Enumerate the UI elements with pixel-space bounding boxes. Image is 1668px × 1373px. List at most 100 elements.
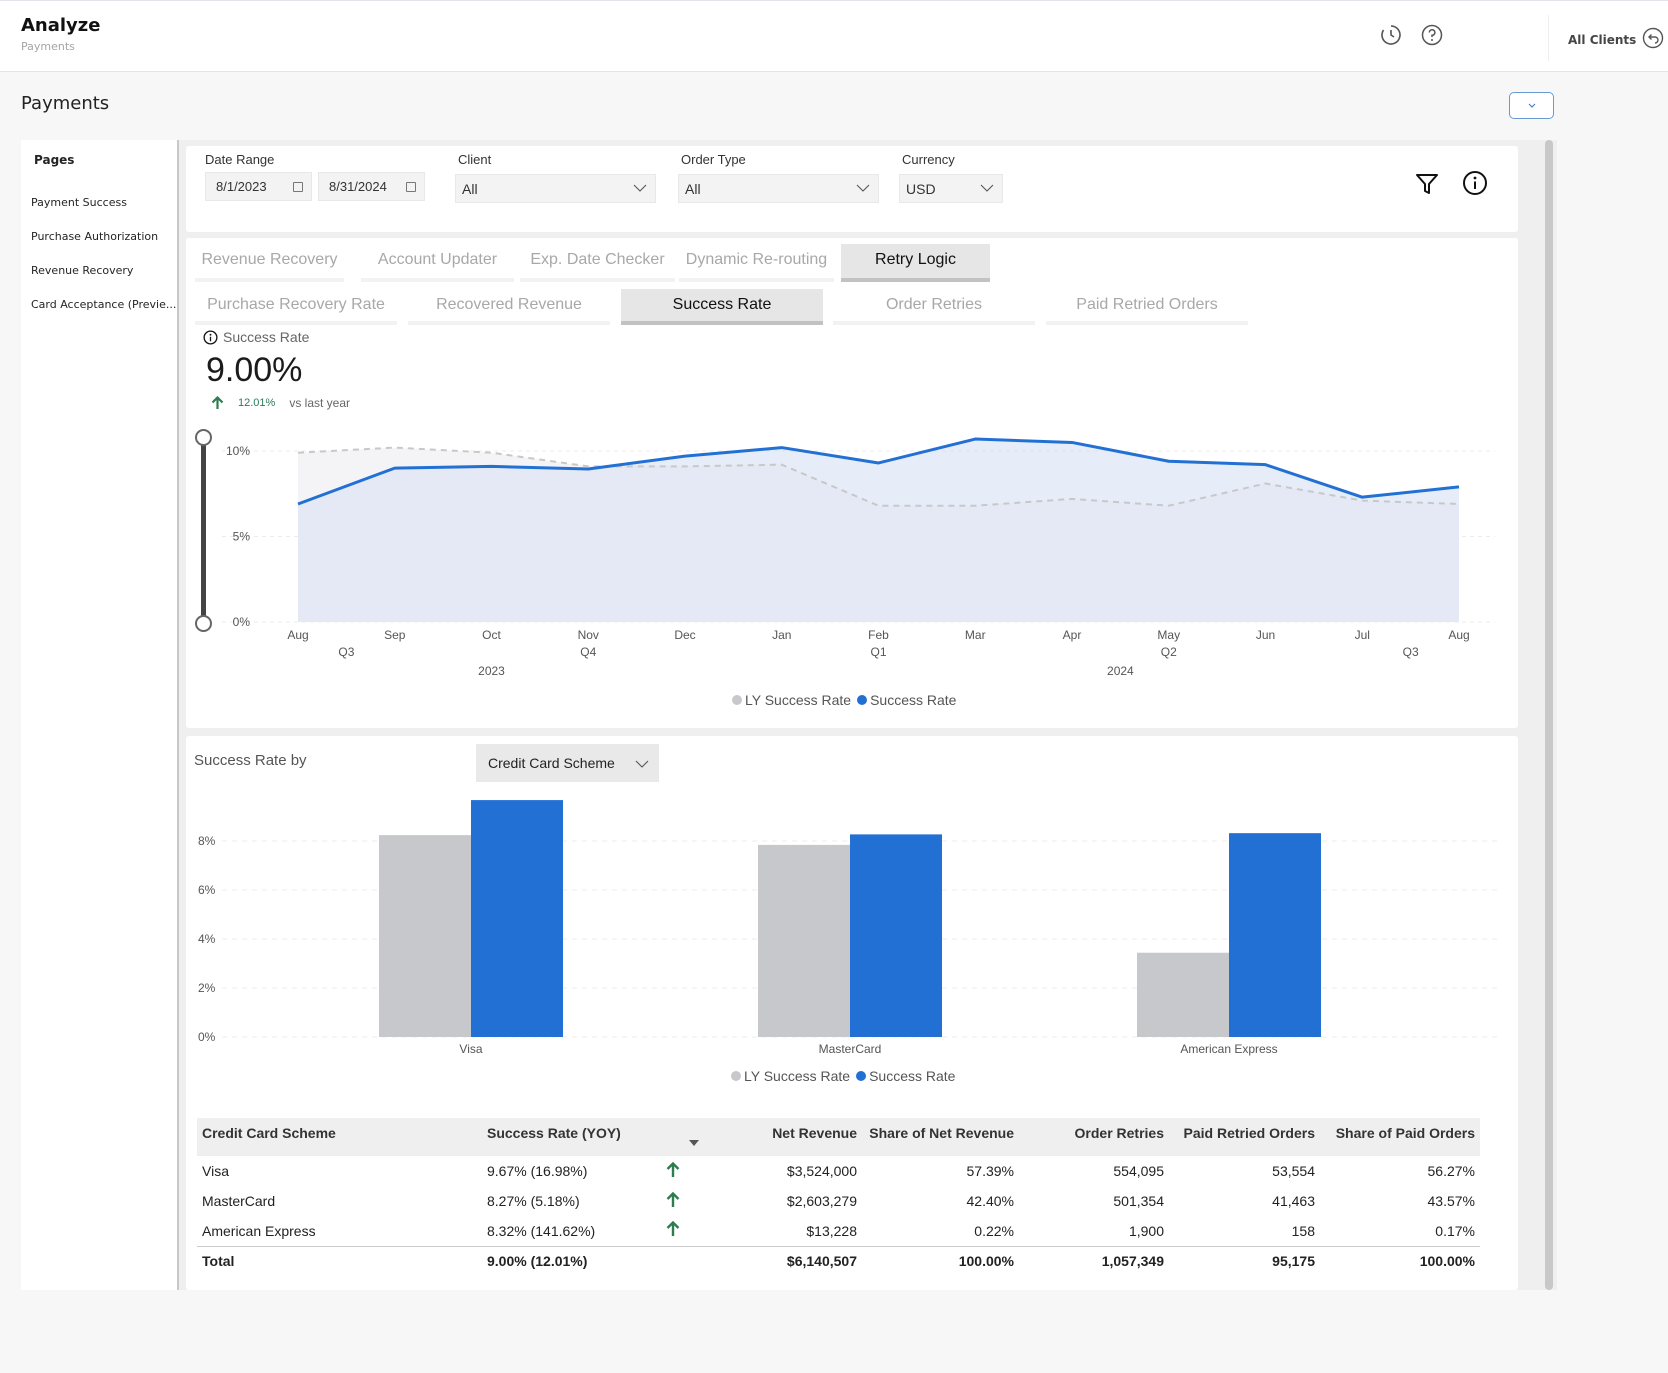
quarter-label: Q4	[580, 645, 596, 659]
arrow-up-icon	[666, 1161, 680, 1177]
x-tick-label: Apr	[1063, 628, 1082, 642]
quarter-label: Q1	[870, 645, 886, 659]
success-rate-point[interactable]	[294, 500, 302, 508]
quarter-label: Q3	[338, 645, 354, 659]
success-rate-point[interactable]	[1262, 461, 1270, 469]
col-header-share-net-revenue[interactable]: Share of Net Revenue	[862, 1118, 1019, 1156]
ly-bar-visa[interactable]	[379, 835, 471, 1037]
ly-success-rate-point[interactable]	[584, 462, 592, 470]
line-chart-legend: LY Success Rate Success Rate	[732, 692, 956, 708]
ly-success-rate-point[interactable]	[1455, 500, 1463, 508]
x-tick-label: Mar	[965, 628, 986, 642]
sort-desc-icon	[689, 1140, 699, 1146]
ly-bar-american-express[interactable]	[1137, 952, 1229, 1037]
success-rate-point[interactable]	[875, 459, 883, 467]
ly-success-rate-point[interactable]	[1068, 495, 1076, 503]
col-header-scheme[interactable]: Credit Card Scheme	[197, 1118, 482, 1156]
x-tick-label: Sep	[384, 628, 406, 642]
total-order-retries: 1,057,349	[1019, 1245, 1169, 1276]
total-paid-retried: 95,175	[1169, 1245, 1320, 1276]
success-rate-point[interactable]	[1165, 457, 1173, 465]
success-rate-point[interactable]	[488, 462, 496, 470]
total-label: Total	[197, 1245, 482, 1276]
col-header-net-revenue[interactable]: Net Revenue	[722, 1118, 862, 1156]
success-rate-point[interactable]	[971, 435, 979, 443]
cell-success-rate: 9.67% (16.98%)	[487, 1163, 588, 1179]
cell-trend	[662, 1216, 722, 1246]
success-rate-point[interactable]	[391, 464, 399, 472]
cell-share-paid: 0.17%	[1435, 1222, 1475, 1239]
col-header-paid-retried[interactable]: Paid Retried Orders	[1169, 1118, 1320, 1156]
table-total-row: Total 9.00% (12.01%) $6,140,507 100.00% 1,05…	[197, 1245, 1480, 1276]
cell-share-paid: 56.27%	[1427, 1163, 1475, 1179]
slider-handle-bottom[interactable]	[195, 615, 212, 632]
y-tick-label: 4%	[198, 932, 216, 946]
legend-label-ly: LY Success Rate	[744, 1068, 851, 1084]
table-row[interactable]: American Express 8.32% (141.62%) $13,228 0.…	[197, 1216, 1480, 1246]
breakdown-title: Success Rate by	[194, 752, 307, 769]
col-header-sort[interactable]	[662, 1118, 722, 1156]
success-rate-bar-american-express[interactable]	[1229, 833, 1321, 1037]
success-rate-bar-visa[interactable]	[471, 800, 563, 1037]
success-rate-point[interactable]	[681, 452, 689, 460]
x-tick-label: Jun	[1256, 628, 1275, 642]
total-success-rate: 9.00% (12.01%)	[482, 1245, 662, 1276]
cell-scheme: American Express	[202, 1222, 316, 1239]
breakdown-dimension-value: Credit Card Scheme	[488, 755, 615, 771]
ly-success-rate-point[interactable]	[391, 444, 399, 452]
col-header-success-rate[interactable]: Success Rate (YOY)	[482, 1118, 662, 1156]
col-header-order-retries[interactable]: Order Retries	[1019, 1118, 1169, 1156]
vertical-scrollbar[interactable]	[1545, 140, 1553, 1290]
success-rate-bar-mastercard[interactable]	[850, 834, 942, 1037]
ly-success-rate-point[interactable]	[1165, 502, 1173, 510]
year-label: 2024	[1107, 664, 1134, 678]
ly-bar-mastercard[interactable]	[758, 844, 850, 1037]
quarter-label: Q3	[1403, 645, 1419, 659]
cell-net-revenue: $13,228	[806, 1222, 857, 1239]
cell-success-rate: 8.32% (141.62%)	[487, 1222, 596, 1239]
breakdown-dimension-select[interactable]: Credit Card Scheme	[476, 744, 659, 782]
success-rate-point[interactable]	[778, 444, 786, 452]
cell-share-net-revenue: 0.22%	[974, 1222, 1014, 1239]
success-rate-bar-chart: 0% 2% 4% 6% 8% Visa MasterCard American Express	[198, 800, 1500, 1056]
ly-success-rate-point[interactable]	[1262, 479, 1270, 487]
legend-item-sr[interactable]: Success Rate	[856, 1068, 955, 1084]
ly-success-rate-point[interactable]	[1358, 497, 1366, 505]
y-axis-range-slider[interactable]	[201, 437, 206, 624]
table-row[interactable]: Visa 9.67% (16.98%) $3,524,000 57.39% 554,09…	[197, 1156, 1480, 1186]
total-share-paid: 100.00%	[1320, 1245, 1480, 1276]
ly-success-rate-point[interactable]	[778, 461, 786, 469]
ly-success-rate-point[interactable]	[488, 449, 496, 457]
legend-item-ly[interactable]: LY Success Rate	[732, 692, 851, 708]
success-rate-point[interactable]	[1455, 483, 1463, 491]
cell-order-retries: 501,354	[1113, 1193, 1164, 1209]
cell-trend	[662, 1186, 722, 1216]
category-label: Visa	[459, 1042, 482, 1056]
y-tick-label: 5%	[233, 530, 251, 544]
x-tick-label: Aug	[287, 628, 308, 642]
col-header-share-paid[interactable]: Share of Paid Orders	[1320, 1118, 1480, 1156]
cell-paid-retried: 158	[1291, 1222, 1315, 1239]
total-net-revenue: $6,140,507	[722, 1245, 862, 1276]
x-tick-label: Jan	[772, 628, 791, 642]
cell-scheme: MasterCard	[202, 1193, 276, 1209]
legend-item-ly[interactable]: LY Success Rate	[731, 1068, 850, 1084]
ly-success-rate-point[interactable]	[294, 449, 302, 457]
arrow-up-icon	[666, 1221, 680, 1237]
table-row[interactable]: MasterCard 8.27% (5.18%) $2,603,279 42.40% 5…	[197, 1186, 1480, 1216]
ly-success-rate-point[interactable]	[971, 502, 979, 510]
cell-paid-retried: 41,463	[1272, 1193, 1315, 1209]
cell-share-net-revenue: 57.39%	[966, 1163, 1014, 1179]
success-rate-point[interactable]	[1068, 438, 1076, 446]
y-tick-label: 0%	[198, 1030, 216, 1044]
ly-success-rate-point[interactable]	[681, 462, 689, 470]
x-tick-label: Dec	[674, 628, 695, 642]
ly-success-rate-point[interactable]	[875, 502, 883, 510]
legend-swatch-sr	[857, 695, 868, 705]
bar-chart-legend: LY Success Rate Success Rate	[731, 1068, 955, 1084]
legend-swatch-sr	[856, 1071, 867, 1081]
x-tick-label: May	[1157, 628, 1180, 642]
total-trend-empty	[662, 1245, 722, 1276]
slider-handle-top[interactable]	[195, 429, 212, 446]
legend-item-sr[interactable]: Success Rate	[857, 692, 956, 708]
